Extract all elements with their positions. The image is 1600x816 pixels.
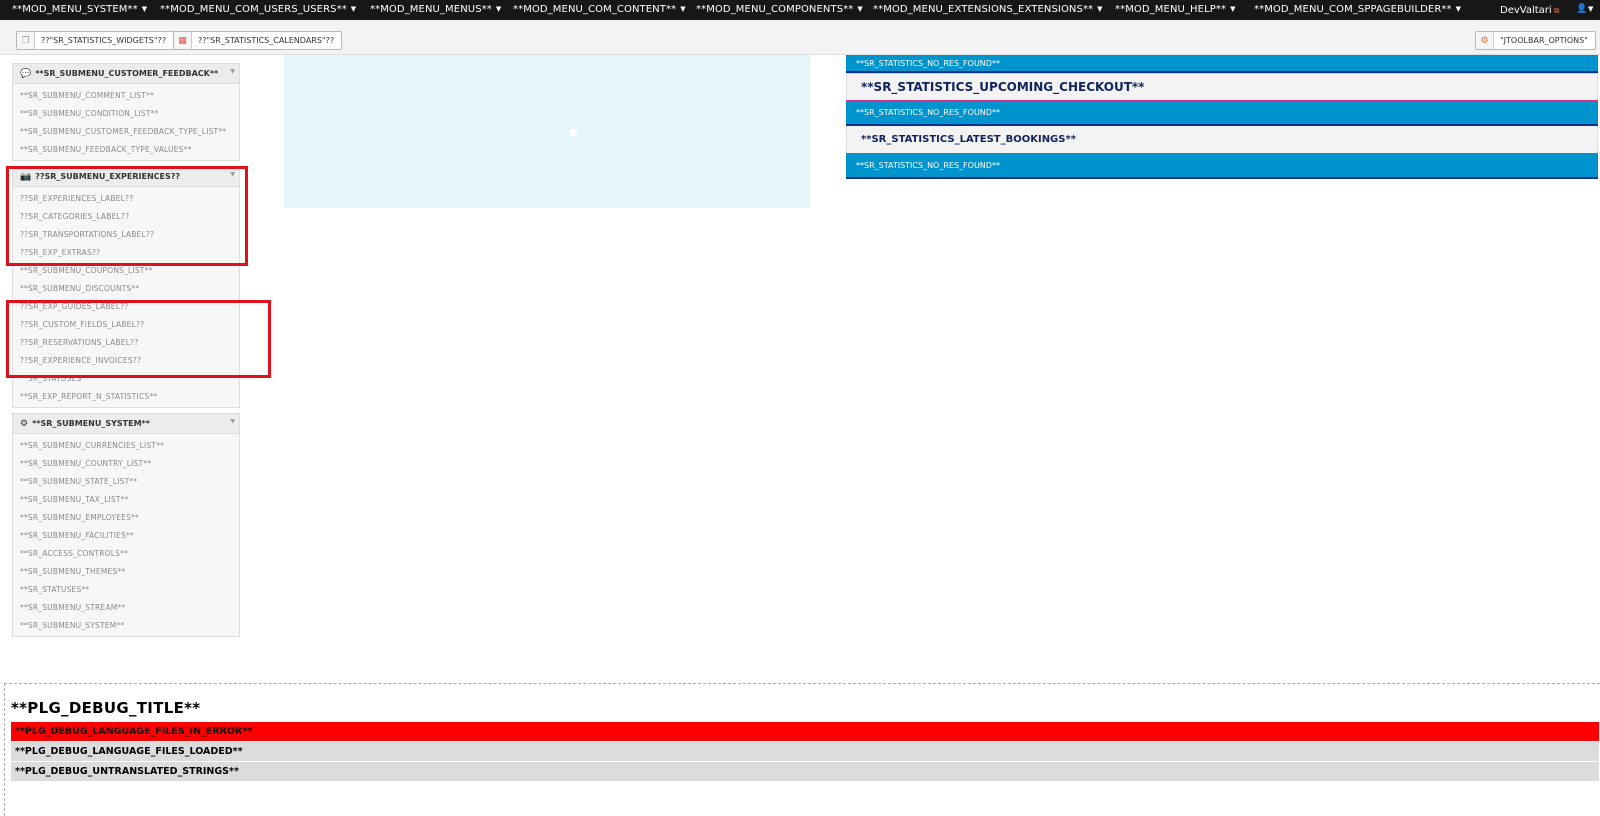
site-name: DevValtari [1500,5,1552,16]
caret-down-icon: ▼ [857,5,863,13]
sidebar-item-exp-report-statistics[interactable]: **SR_EXP_REPORT_N_STATISTICS** [13,388,239,406]
sidebar-item-themes[interactable]: **SR_SUBMENU_THEMES** [13,563,239,581]
comments-icon: 💬 [20,68,32,79]
sidebar-item-stream[interactable]: **SR_SUBMENU_STREAM** [13,599,239,617]
nav-label: **MOD_MENU_COM_SPPAGEBUILDER** [1254,4,1452,15]
sidebar-item-statuses[interactable]: **SR_STATUSES** [13,581,239,599]
statistics-panel: **SR_STATISTICS_NO_RES_FOUND** **SR_STAT… [846,55,1598,179]
panel-body: **SR_SUBMENU_COMMENT_LIST** **SR_SUBMENU… [13,84,239,160]
nav-menu-users[interactable]: **MOD_MENU_COM_USERS_USERS** ▼ [160,4,356,15]
caret-down-icon: ▼ [350,5,357,13]
alert-text: **SR_STATISTICS_NO_RES_FOUND** [856,108,1000,117]
statistics-widgets-button[interactable]: ❐ ??"SR_STATISTICS_WIDGETS"?? [16,31,175,50]
heading-text: **SR_STATISTICS_UPCOMING_CHECKOUT** [861,80,1145,94]
caret-down-icon: ▼ [1097,5,1103,13]
button-label: "JTOOLBAR_OPTIONS" [1500,36,1588,45]
debug-language-files-in-error[interactable]: **PLG_DEBUG_LANGUAGE_FILES_IN_ERROR** [11,722,1599,741]
panel-customer-feedback: 💬 **SR_SUBMENU_CUSTOMER_FEEDBACK** ▼ **S… [12,63,240,161]
gear-icon: ⚙ [1476,32,1494,49]
nav-menu-sppagebuilder[interactable]: **MOD_MENU_COM_SPPAGEBUILDER** ▼ [1254,4,1461,15]
site-link[interactable]: DevValtari ⧉ [1500,5,1559,16]
sidebar-item-discounts[interactable]: **SR_SUBMENU_DISCOUNTS** [13,280,239,298]
nav-menu-content[interactable]: **MOD_MENU_COM_CONTENT** ▼ [513,4,686,15]
nav-label: **MOD_MENU_COMPONENTS** [696,4,854,15]
highlight-box [6,166,248,266]
debug-console: **PLG_DEBUG_TITLE** **PLG_DEBUG_LANGUAGE… [4,683,1600,816]
caret-down-icon: ▼ [1230,5,1236,13]
nav-menu-help[interactable]: **MOD_MENU_HELP** ▼ [1115,4,1236,15]
no-results-alert: **SR_STATISTICS_NO_RES_FOUND** [846,153,1598,179]
panel-system: ⚙ **SR_SUBMENU_SYSTEM** ▼ **SR_SUBMENU_C… [12,413,240,637]
caret-down-icon: ▼ [141,5,148,13]
nav-menu-components[interactable]: **MOD_MENU_COMPONENTS** ▼ [696,4,863,15]
panel-body: **SR_SUBMENU_CURRENCIES_LIST** **SR_SUBM… [13,434,239,636]
panel-title: **SR_SUBMENU_CUSTOMER_FEEDBACK** [35,69,219,78]
highlight-box [6,300,271,378]
alert-text: **SR_STATISTICS_NO_RES_FOUND** [856,58,1000,68]
sidebar-item-country-list[interactable]: **SR_SUBMENU_COUNTRY_LIST** [13,455,239,473]
heading-text: **SR_STATISTICS_LATEST_BOOKINGS** [861,134,1076,145]
debug-language-files-loaded[interactable]: **PLG_DEBUG_LANGUAGE_FILES_LOADED** [11,742,1599,761]
sidebar-item-employees[interactable]: **SR_SUBMENU_EMPLOYEES** [13,509,239,527]
sidebar-item-currencies-list[interactable]: **SR_SUBMENU_CURRENCIES_LIST** [13,437,239,455]
button-label: ??"SR_STATISTICS_CALENDARS"?? [198,36,335,45]
nav-label: **MOD_MENU_HELP** [1115,4,1227,15]
sidebar-item-feedback-type-list[interactable]: **SR_SUBMENU_CUSTOMER_FEEDBACK_TYPE_LIST… [13,123,239,141]
debug-title: **PLG_DEBUG_TITLE** [11,699,201,717]
user-icon[interactable]: 👤 [1576,4,1587,14]
sidebar-item-tax-list[interactable]: **SR_SUBMENU_TAX_LIST** [13,491,239,509]
toolbar: ❐ ??"SR_STATISTICS_WIDGETS"?? ▦ ??"SR_ST… [0,20,1600,55]
sidebar-item-access-controls[interactable]: **SR_ACCESS_CONTROLS** [13,545,239,563]
nav-menu-system[interactable]: **MOD_MENU_SYSTEM** ▼ [12,4,147,15]
no-results-alert: **SR_STATISTICS_NO_RES_FOUND** [846,55,1598,73]
sidebar-item-feedback-type-values[interactable]: **SR_SUBMENU_FEEDBACK_TYPE_VALUES** [13,141,239,159]
sidebar-item-facilities[interactable]: **SR_SUBMENU_FACILITIES** [13,527,239,545]
no-results-alert: **SR_STATISTICS_NO_RES_FOUND** [846,100,1598,126]
caret-down-icon[interactable]: ▼ [1588,5,1593,13]
latest-bookings-heading: **SR_STATISTICS_LATEST_BOOKINGS** [846,126,1598,153]
nav-label: **MOD_MENU_MENUS** [370,4,492,15]
gear-icon: ⚙ [20,418,29,429]
button-label: ??"SR_STATISTICS_WIDGETS"?? [41,36,167,45]
calendar-icon: ▦ [174,32,192,49]
nav-label: **MOD_MENU_EXTENSIONS_EXTENSIONS** [873,4,1094,15]
nav-label: **MOD_MENU_COM_USERS_USERS** [160,4,347,15]
upcoming-checkout-heading: **SR_STATISTICS_UPCOMING_CHECKOUT** [846,73,1598,100]
chevron-down-icon[interactable]: ▼ [230,68,235,75]
nav-label: **MOD_MENU_SYSTEM** [12,4,138,15]
chevron-down-icon[interactable]: ▼ [230,418,235,425]
nav-label: **MOD_MENU_COM_CONTENT** [513,4,677,15]
alert-text: **SR_STATISTICS_NO_RES_FOUND** [856,161,1000,170]
panel-title: **SR_SUBMENU_SYSTEM** [32,419,150,428]
sidebar-item-condition-list[interactable]: **SR_SUBMENU_CONDITION_LIST** [13,105,239,123]
sidebar-item-comment-list[interactable]: **SR_SUBMENU_COMMENT_LIST** [13,87,239,105]
external-link-icon: ⧉ [1553,6,1560,15]
copy-icon: ❐ [17,32,35,49]
panel-header-system[interactable]: ⚙ **SR_SUBMENU_SYSTEM** ▼ [13,414,239,434]
panel-header-customer-feedback[interactable]: 💬 **SR_SUBMENU_CUSTOMER_FEEDBACK** ▼ [13,64,239,84]
top-navbar: **MOD_MENU_SYSTEM** ▼ **MOD_MENU_COM_USER… [0,0,1600,20]
nav-menu-extensions[interactable]: **MOD_MENU_EXTENSIONS_EXTENSIONS** ▼ [873,4,1103,15]
sidebar-item-state-list[interactable]: **SR_SUBMENU_STATE_LIST** [13,473,239,491]
widget-area: ■ [284,55,810,208]
caret-down-icon: ▼ [1455,5,1462,13]
sidebar-item-system[interactable]: **SR_SUBMENU_SYSTEM** [13,617,239,635]
statistics-calendars-button[interactable]: ▦ ??"SR_STATISTICS_CALENDARS"?? [173,31,343,50]
debug-untranslated-strings[interactable]: **PLG_DEBUG_UNTRANSLATED_STRINGS** [11,762,1599,781]
caret-down-icon: ▼ [495,5,502,13]
nav-menu-menus[interactable]: **MOD_MENU_MENUS** ▼ [370,4,501,15]
folder-icon: ■ [569,128,578,138]
options-button[interactable]: ⚙ "JTOOLBAR_OPTIONS" [1475,31,1596,50]
caret-down-icon: ▼ [680,5,686,13]
